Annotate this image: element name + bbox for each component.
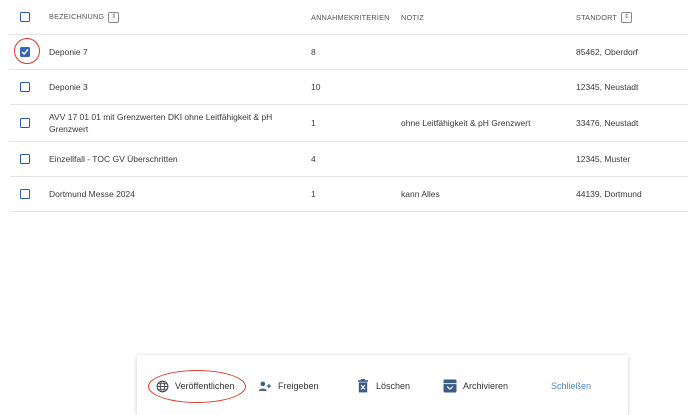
table-row[interactable]: Deponie 3 10 12345, Neustadt (10, 70, 688, 105)
row-name: AVV 17 01 01 mit Grenzwerten DKI ohne Le… (49, 112, 273, 134)
sort-icon[interactable]: ⇕ (621, 11, 633, 23)
row-standort: 12345, Neustadt (576, 82, 639, 92)
row-kriterien: 1 (311, 118, 316, 128)
row-checkbox[interactable] (20, 154, 30, 164)
table-row[interactable]: Deponie 7 8 85462, Oberdorf (10, 35, 688, 70)
row-kriterien: 10 (311, 82, 321, 92)
table-row[interactable]: AVV 17 01 01 mit Grenzwerten DKI ohne Le… (10, 105, 688, 142)
sort-icon[interactable]: ⇕ (108, 11, 120, 23)
table-row[interactable]: Dortmund Messe 2024 1 kann Alles 44139, … (10, 177, 688, 212)
column-header-standort[interactable]: STANDORT (576, 13, 617, 22)
row-name: Dortmund Messe 2024 (49, 189, 135, 199)
row-standort: 33476, Neustadt (576, 118, 639, 128)
row-notiz: kann Alles (401, 189, 440, 199)
row-checkbox[interactable] (20, 82, 30, 92)
row-kriterien: 1 (311, 189, 316, 199)
close-button[interactable]: Schließen (551, 377, 591, 395)
archive-button[interactable]: Archivieren (443, 377, 508, 395)
table-header: BEZEICHNUNG ⇕ ANNAHMEKRITERIEN NOTIZ STA… (10, 0, 688, 35)
share-button[interactable]: Freigeben (258, 377, 319, 395)
column-header-notiz: NOTIZ (401, 12, 424, 22)
trash-icon (356, 379, 370, 393)
row-notiz: ohne Leitfähigkeit & pH Grenzwert (401, 118, 531, 128)
row-checkbox[interactable] (20, 47, 30, 57)
row-standort: 44139, Dortmund (576, 189, 642, 199)
publish-button[interactable]: Veröffentlichen (155, 377, 234, 395)
row-checkbox[interactable] (20, 189, 30, 199)
row-name: Deponie 3 (49, 82, 88, 92)
row-standort: 85462, Oberdorf (576, 47, 638, 57)
select-all-checkbox[interactable] (20, 12, 30, 22)
close-label: Schließen (551, 381, 592, 391)
column-header-annahmekriterien: ANNAHMEKRITERIEN (311, 12, 390, 22)
row-standort: 12345, Muster (576, 154, 631, 164)
delete-label: Löschen (376, 381, 411, 391)
archive-label: Archivieren (463, 381, 509, 391)
row-name: Deponie 7 (49, 47, 88, 57)
table-row[interactable]: Einzellfall - TOC GV Überschritten 4 123… (10, 142, 688, 177)
add-user-icon (258, 379, 272, 393)
column-header-bezeichnung[interactable]: BEZEICHNUNG (49, 11, 104, 23)
archive-icon (443, 379, 457, 393)
row-kriterien: 8 (311, 47, 316, 57)
action-bar: Veröffentlichen Freigeben Löschen Archiv… (137, 355, 628, 415)
share-label: Freigeben (278, 381, 319, 391)
delete-button[interactable]: Löschen (356, 377, 410, 395)
row-checkbox[interactable] (20, 118, 30, 128)
data-table: BEZEICHNUNG ⇕ ANNAHMEKRITERIEN NOTIZ STA… (10, 0, 688, 212)
globe-icon (155, 379, 169, 393)
publish-label: Veröffentlichen (175, 381, 235, 391)
row-name: Einzellfall - TOC GV Überschritten (49, 154, 178, 164)
row-kriterien: 4 (311, 154, 316, 164)
